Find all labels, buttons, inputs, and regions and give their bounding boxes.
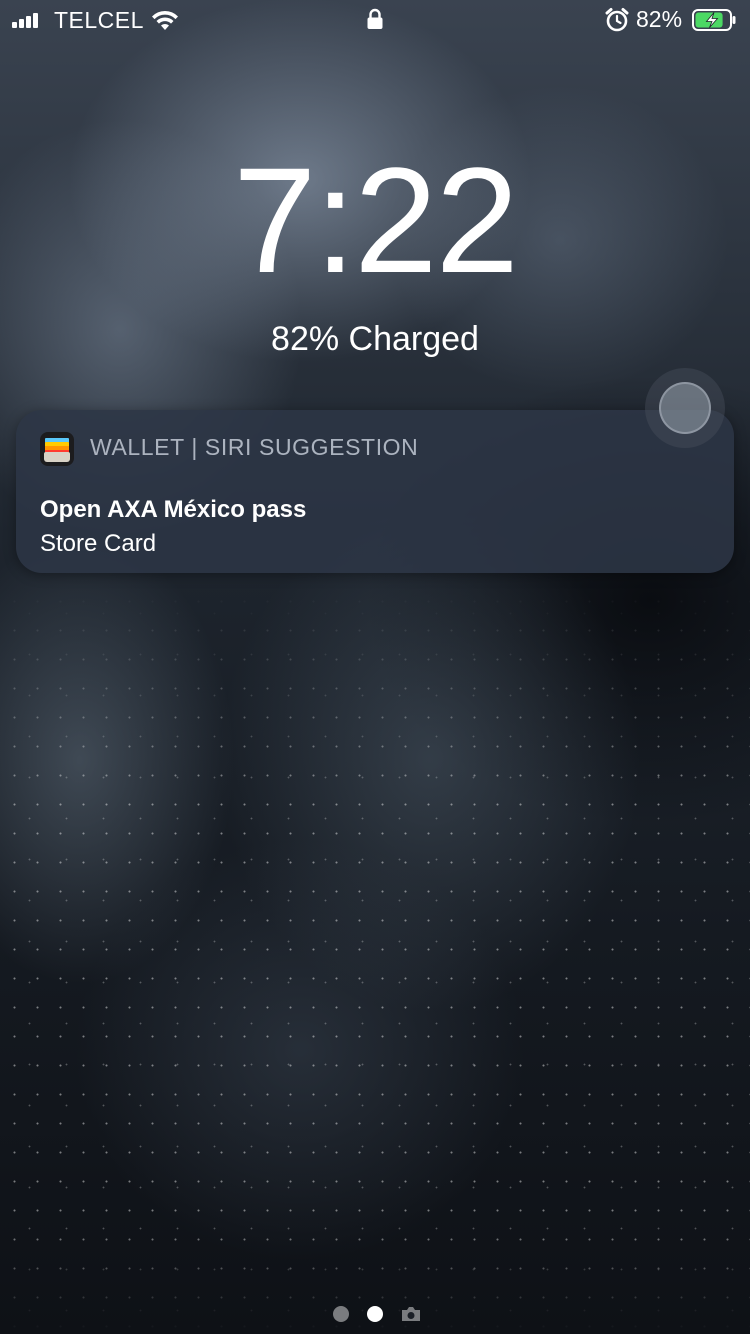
lock-screen-time: 7:22 — [233, 136, 519, 304]
battery-icon — [692, 9, 736, 31]
lock-icon — [367, 8, 383, 29]
notification-body: Store Card — [40, 530, 157, 557]
siri-suggestion-notification[interactable]: WALLET | SIRI SUGGESTION Open AXA México… — [16, 410, 734, 573]
assistive-touch-icon — [659, 382, 711, 434]
charge-status: 82% Charged — [271, 320, 479, 358]
signal-icon — [12, 13, 38, 28]
notification-header: WALLET | SIRI SUGGESTION — [90, 434, 419, 460]
wifi-icon — [152, 10, 178, 30]
camera-icon[interactable] — [400, 1305, 422, 1323]
page-dot[interactable] — [367, 1306, 383, 1322]
alarm-icon — [605, 8, 629, 32]
page-indicator[interactable] — [330, 1303, 426, 1325]
assistive-touch-button[interactable] — [645, 368, 725, 448]
wallet-icon — [40, 432, 74, 466]
battery-percentage: 82% — [636, 6, 683, 32]
status-bar: TELCEL 82% — [0, 0, 750, 40]
notification-title: Open AXA México pass — [40, 496, 307, 523]
page-dot[interactable] — [333, 1306, 349, 1322]
carrier-name: TELCEL — [54, 7, 144, 33]
